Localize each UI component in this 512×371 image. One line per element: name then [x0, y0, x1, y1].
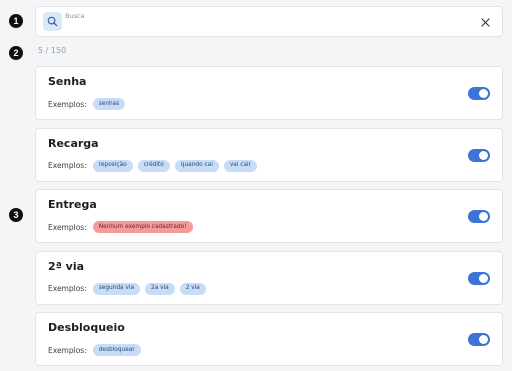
example-tag: crédito [137, 159, 170, 172]
empty-examples-tag: Nenhum exemplo cadastrado! [92, 221, 193, 233]
example-tag: desbloquear [92, 344, 141, 356]
intent-title: Recarga [48, 136, 99, 150]
intent-title: Desbloqueio [48, 321, 125, 334]
toggle-knob [479, 89, 488, 98]
intent-card[interactable]: Entrega Exemplos: Nenhum exemplo cadastrad… [35, 189, 503, 243]
search-label: Busca [65, 12, 85, 20]
examples-label: Exemplos: [48, 284, 87, 293]
example-tag: 2 via [179, 282, 206, 295]
search-input[interactable] [65, 21, 465, 33]
example-tag: segunda via [92, 282, 141, 295]
toggle-knob [479, 212, 488, 221]
intent-title: Entrega [48, 198, 97, 211]
examples-row: Exemplos: Nenhum exemplo cadastrado! [48, 221, 193, 233]
intent-title: Senha [48, 75, 87, 88]
step-badge-2: 2 [9, 46, 23, 60]
examples-row: Exemplos: desbloquear [48, 344, 141, 356]
example-tag: 2a via [145, 282, 175, 295]
examples-label: Exemplos: [48, 161, 87, 170]
intent-card[interactable]: Senha Exemplos: senhas [35, 66, 503, 120]
example-tag: reposição [92, 159, 133, 172]
toggle-knob [479, 335, 488, 344]
toggle-knob [479, 150, 488, 160]
search-bar[interactable]: Busca [35, 6, 503, 37]
step-badge-1: 1 [9, 14, 23, 28]
examples-label: Exemplos: [48, 345, 87, 355]
intent-list: Senha Exemplos: senhas Recarga Exemplos: repo… [35, 66, 503, 371]
examples-row: Exemplos: senhas [48, 98, 126, 110]
toggle-knob [479, 273, 488, 283]
close-icon[interactable] [479, 16, 491, 28]
step-badge-3: 3 [9, 208, 23, 222]
intent-card[interactable]: Recarga Exemplos: reposição crédito quando c… [35, 127, 503, 182]
intent-title: 2ª via [48, 259, 85, 273]
examples-row: Exemplos: segunda via 2a via 2 via [48, 282, 206, 295]
examples-label: Exemplos: [48, 222, 87, 232]
example-tag: senhas [92, 98, 126, 110]
intent-toggle[interactable] [468, 148, 490, 162]
search-icon[interactable] [43, 12, 62, 31]
result-counter: 5 / 150 [38, 46, 67, 55]
intent-toggle[interactable] [468, 210, 490, 223]
example-tag: vai cair [223, 159, 257, 172]
intent-toggle[interactable] [468, 271, 490, 285]
intent-toggle[interactable] [468, 333, 490, 346]
intent-card[interactable]: 2ª via Exemplos: segunda via 2a via 2 via [35, 250, 503, 305]
intent-card[interactable]: Desbloqueio Exemplos: desbloquear [35, 312, 503, 366]
examples-label: Exemplos: [48, 99, 87, 109]
intent-toggle[interactable] [468, 87, 490, 100]
examples-row: Exemplos: reposição crédito quando cai vai c… [48, 159, 257, 172]
example-tag: quando cai [174, 159, 219, 172]
